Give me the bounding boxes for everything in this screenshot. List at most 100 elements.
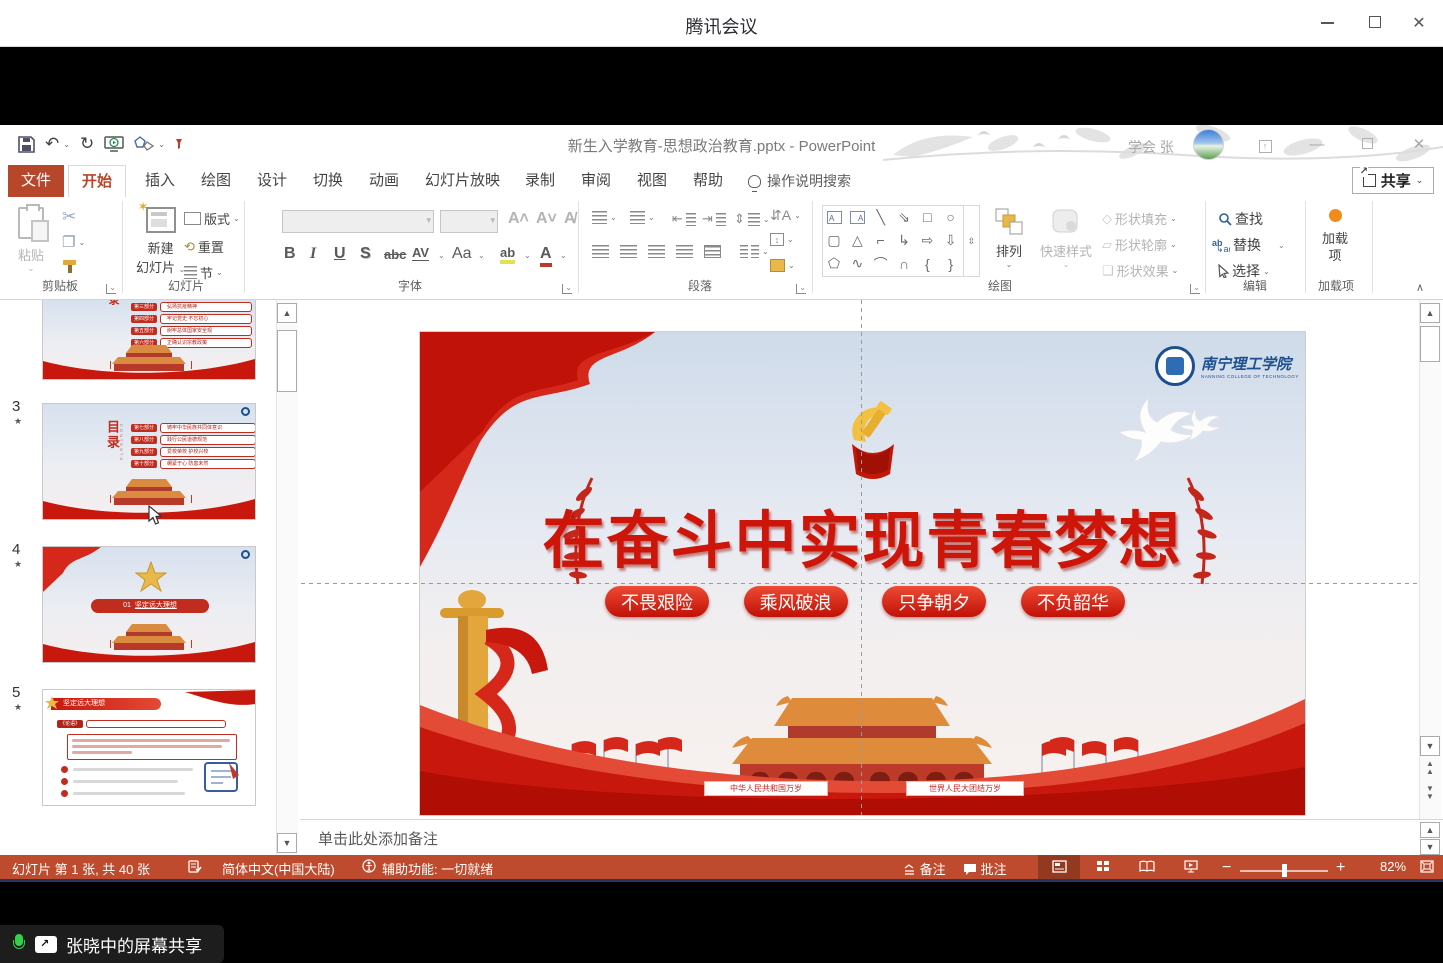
freeform-shape[interactable]: ⬠: [823, 253, 845, 275]
clear-formatting-button[interactable]: A̸: [564, 210, 576, 228]
align-center-button[interactable]: [620, 245, 637, 258]
normal-view-button[interactable]: [1038, 855, 1080, 879]
arrow-line-shape[interactable]: ⇘: [893, 206, 915, 228]
bold-button[interactable]: B: [284, 245, 296, 263]
line-shape[interactable]: ╲: [870, 206, 892, 228]
align-text-button[interactable]: ↕⌄: [770, 233, 794, 246]
underline-button[interactable]: U: [334, 245, 346, 263]
font-dialog-launcher[interactable]: ⌄: [562, 284, 572, 294]
copy-icon[interactable]: ❐⌄: [62, 233, 85, 251]
drawing-dialog-launcher[interactable]: ⌄: [1190, 284, 1200, 294]
thumbnail-slide-2[interactable]: 录 第三部分弘扬抗疫精神 第四部分牢记党史 不忘初心 第五部分树牢总体国家安全观…: [42, 300, 256, 380]
shape-effects-button[interactable]: ❑形状效果⌄: [1102, 261, 1178, 280]
shapes-gallery[interactable]: A A ╲ ⇘ □ ○ ▢ △ ⌐ ↳ ⇨ ⇩ ⬠ ∿ ⌒ ∩ { }: [822, 205, 964, 277]
tab-animations[interactable]: 动画: [356, 165, 412, 197]
columns-button[interactable]: ⌄: [740, 245, 769, 258]
rectangle-shape[interactable]: □: [916, 206, 938, 228]
tab-record[interactable]: 录制: [512, 165, 568, 197]
spellcheck-icon[interactable]: [188, 859, 202, 874]
tab-home[interactable]: 开始: [68, 165, 126, 197]
accessibility-icon[interactable]: [362, 859, 376, 874]
notes-scroll-up-button[interactable]: ▲: [1420, 822, 1440, 838]
new-slide-button[interactable]: 新建 幻灯片 ⌄: [136, 207, 185, 276]
justify-button[interactable]: [676, 245, 693, 258]
ppt-restore-button[interactable]: [1350, 133, 1384, 157]
ppt-minimize-button[interactable]: —: [1300, 133, 1334, 157]
scribble-shape[interactable]: ∿: [846, 253, 868, 275]
character-spacing-button[interactable]: AV: [412, 245, 429, 261]
font-name-combobox[interactable]: [282, 210, 434, 233]
accessibility-status[interactable]: 辅助功能: 一切就绪: [382, 859, 493, 878]
notes-toggle[interactable]: 备注: [903, 859, 946, 878]
font-size-combobox[interactable]: [440, 210, 498, 233]
decrease-indent-button[interactable]: ⇤: [672, 211, 696, 227]
tab-draw[interactable]: 绘图: [188, 165, 244, 197]
thumbnail-scrollbar-thumb[interactable]: [277, 330, 297, 392]
reading-view-button[interactable]: [1126, 855, 1168, 879]
format-painter-icon[interactable]: [62, 259, 78, 274]
addins-button[interactable]: 加载项: [1316, 209, 1354, 264]
ribbon-display-options-button[interactable]: ↑: [1248, 133, 1282, 157]
slide-canvas[interactable]: 南宁理工学院 NANNING COLLEGE OF TECHNOLOGY: [420, 332, 1305, 815]
slide-scroll-down-button[interactable]: ▼: [1420, 736, 1440, 756]
shape-fill-button[interactable]: ◇形状填充⌄: [1102, 209, 1177, 228]
clipboard-dialog-launcher[interactable]: ⌄: [106, 284, 116, 294]
tab-view[interactable]: 视图: [624, 165, 680, 197]
thumbnail-scroll-down-button[interactable]: ▼: [277, 833, 297, 853]
thumbnail-slide-5[interactable]: 坚定远大理想 《论语》: [42, 689, 256, 806]
italic-button[interactable]: I: [310, 245, 316, 263]
smartart-convert-button[interactable]: ⌄: [770, 259, 795, 272]
text-direction-button[interactable]: ⇵A⌄: [770, 207, 801, 224]
account-avatar[interactable]: [1193, 129, 1224, 160]
arrange-button[interactable]: 排列⌄: [994, 207, 1024, 269]
slide-scrollbar-thumb[interactable]: [1420, 326, 1440, 362]
elbow-arrow-shape[interactable]: ↳: [893, 229, 915, 251]
tab-design[interactable]: 设计: [244, 165, 300, 197]
reset-button[interactable]: ⟲重置: [184, 237, 224, 256]
bullets-button[interactable]: ⌄: [592, 211, 617, 224]
tab-review[interactable]: 审阅: [568, 165, 624, 197]
thumbnail-slide-3[interactable]: 目录 CONTENTS 第七部分铸牢中华民族共同体意识 第八部分践行公民道德规范…: [42, 403, 256, 520]
triangle-shape[interactable]: △: [846, 229, 868, 251]
oval-shape[interactable]: ○: [940, 206, 962, 228]
strikethrough-button[interactable]: abc: [384, 247, 406, 262]
thumbnail-slide-4[interactable]: 01 坚定远大理想: [42, 546, 256, 663]
line-spacing-button[interactable]: ⇕⌄: [734, 211, 770, 227]
zoom-in-button[interactable]: +: [1336, 859, 1345, 877]
vertical-guide[interactable]: [861, 300, 862, 815]
microphone-icon[interactable]: [12, 934, 26, 954]
distribute-button[interactable]: [704, 245, 721, 258]
right-brace-shape[interactable]: }: [940, 253, 962, 275]
meeting-minimize-button[interactable]: [1312, 14, 1342, 34]
meeting-maximize-button[interactable]: [1360, 14, 1390, 34]
horizontal-guide[interactable]: [301, 583, 1418, 584]
thumbnail-scroll-up-button[interactable]: ▲: [277, 303, 297, 323]
shapes-gallery-more-button[interactable]: ⇳: [964, 205, 980, 277]
decrease-font-button[interactable]: A˅: [536, 210, 557, 228]
arc-shape[interactable]: ⌒: [870, 253, 892, 275]
text-shadow-button[interactable]: S: [360, 245, 371, 263]
fit-to-window-button[interactable]: [1420, 859, 1434, 874]
notes-pane[interactable]: [300, 819, 1443, 855]
tab-file[interactable]: 文件: [8, 165, 64, 197]
share-button[interactable]: 共享⌄: [1352, 167, 1434, 194]
layout-button[interactable]: 版式⌄: [184, 209, 240, 228]
left-brace-shape[interactable]: {: [916, 253, 938, 275]
comments-toggle[interactable]: 批注: [963, 859, 1007, 878]
increase-indent-button[interactable]: ⇥: [702, 211, 726, 227]
align-right-button[interactable]: [648, 245, 665, 258]
collapse-ribbon-button[interactable]: ∧: [1416, 281, 1424, 294]
paragraph-dialog-launcher[interactable]: ⌄: [796, 284, 806, 294]
quick-styles-button[interactable]: 快速样式⌄: [1040, 207, 1092, 269]
numbering-button[interactable]: ⌄: [630, 211, 655, 224]
vertical-textbox-shape[interactable]: A: [846, 206, 868, 228]
ppt-close-button[interactable]: ✕: [1402, 133, 1436, 157]
meeting-close-button[interactable]: ✕: [1404, 14, 1434, 34]
language-indicator[interactable]: 简体中文(中国大陆): [222, 859, 335, 878]
previous-slide-button[interactable]: ▲▲: [1421, 760, 1439, 776]
align-left-button[interactable]: [592, 245, 609, 258]
increase-font-button[interactable]: A˄: [508, 210, 529, 228]
curve-shape[interactable]: ∩: [893, 253, 915, 275]
tab-insert[interactable]: 插入: [132, 165, 188, 197]
next-slide-button[interactable]: ▼▼: [1421, 785, 1439, 801]
